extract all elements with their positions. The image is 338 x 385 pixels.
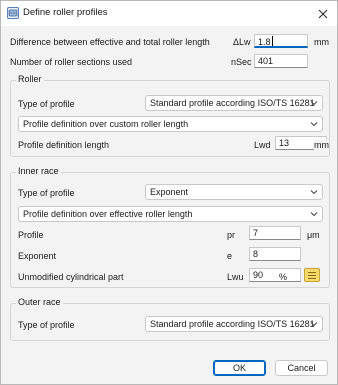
outer-race-group-title: Outer race	[16, 297, 63, 307]
dialog-window: Define roller profiles Difference betwee…	[0, 0, 338, 385]
roller-profile-definition-value: Profile definition over custom roller le…	[23, 119, 189, 129]
title-bar: Define roller profiles	[1, 1, 337, 26]
inner-profile-definition-select[interactable]: Profile definition over effective roller…	[18, 206, 323, 222]
inner-profile-definition-value: Profile definition over effective roller…	[23, 209, 193, 219]
outer-profile-type-select[interactable]: Standard profile according ISO/TS 16281	[145, 316, 323, 332]
inner-profile-label: Profile	[18, 230, 44, 240]
cylindrical-part-input[interactable]: 90	[249, 268, 301, 282]
inner-profile-unit: μm	[307, 230, 320, 240]
chevron-down-icon	[310, 322, 318, 327]
length-difference-label: Difference between effective and total r…	[10, 37, 210, 47]
exponent-input[interactable]: 8	[249, 247, 301, 261]
roller-profile-type-value: Standard profile according ISO/TS 16281	[150, 98, 315, 108]
inner-profile-type-select[interactable]: Exponent	[145, 184, 323, 200]
outer-profile-type-value: Standard profile according ISO/TS 16281	[150, 319, 315, 329]
ok-button[interactable]: OK	[213, 360, 266, 376]
roller-profile-type-label: Type of profile	[18, 99, 75, 109]
length-difference-value: 1.8	[258, 37, 271, 47]
sections-count-symbol: nSec	[231, 57, 252, 67]
cancel-button[interactable]: Cancel	[275, 360, 328, 376]
chevron-down-icon	[310, 212, 318, 217]
sections-count-input[interactable]: 401	[254, 54, 308, 68]
roller-profile-definition-select[interactable]: Profile definition over custom roller le…	[18, 116, 323, 132]
cylindrical-part-symbol: Lwu	[227, 272, 244, 282]
cylindrical-part-label: Unmodified cylindrical part	[18, 272, 124, 282]
inner-profile-type-value: Exponent	[150, 187, 189, 197]
roller-profile-type-select[interactable]: Standard profile according ISO/TS 16281	[145, 95, 323, 111]
inner-profile-type-label: Type of profile	[18, 188, 75, 198]
roller-profile-app-icon	[7, 7, 19, 19]
chevron-down-icon	[310, 101, 318, 106]
close-icon	[318, 9, 328, 18]
outer-profile-type-label: Type of profile	[18, 320, 75, 330]
inner-race-group-title: Inner race	[16, 166, 61, 176]
length-difference-unit: mm	[314, 37, 329, 47]
inner-profile-input[interactable]: 7	[249, 226, 301, 240]
chevron-down-icon	[310, 190, 318, 195]
close-button[interactable]	[309, 1, 337, 26]
sections-count-label: Number of roller sections used	[10, 57, 133, 67]
profile-length-label: Profile definition length	[18, 140, 110, 150]
inner-profile-symbol: pr	[227, 230, 236, 240]
length-difference-symbol: ΔLw	[233, 37, 251, 47]
exponent-label: Exponent	[18, 251, 57, 261]
exponent-symbol: e	[227, 251, 233, 261]
roller-group-title: Roller	[16, 74, 44, 84]
chevron-down-icon	[310, 122, 318, 127]
profile-length-unit: mm	[314, 140, 329, 150]
list-button[interactable]	[304, 268, 320, 282]
length-difference-input[interactable]: 1.8	[254, 34, 308, 48]
cylindrical-part-unit: %	[279, 272, 288, 282]
profile-length-symbol: Lwd	[254, 140, 271, 150]
window-title: Define roller profiles	[23, 7, 108, 18]
